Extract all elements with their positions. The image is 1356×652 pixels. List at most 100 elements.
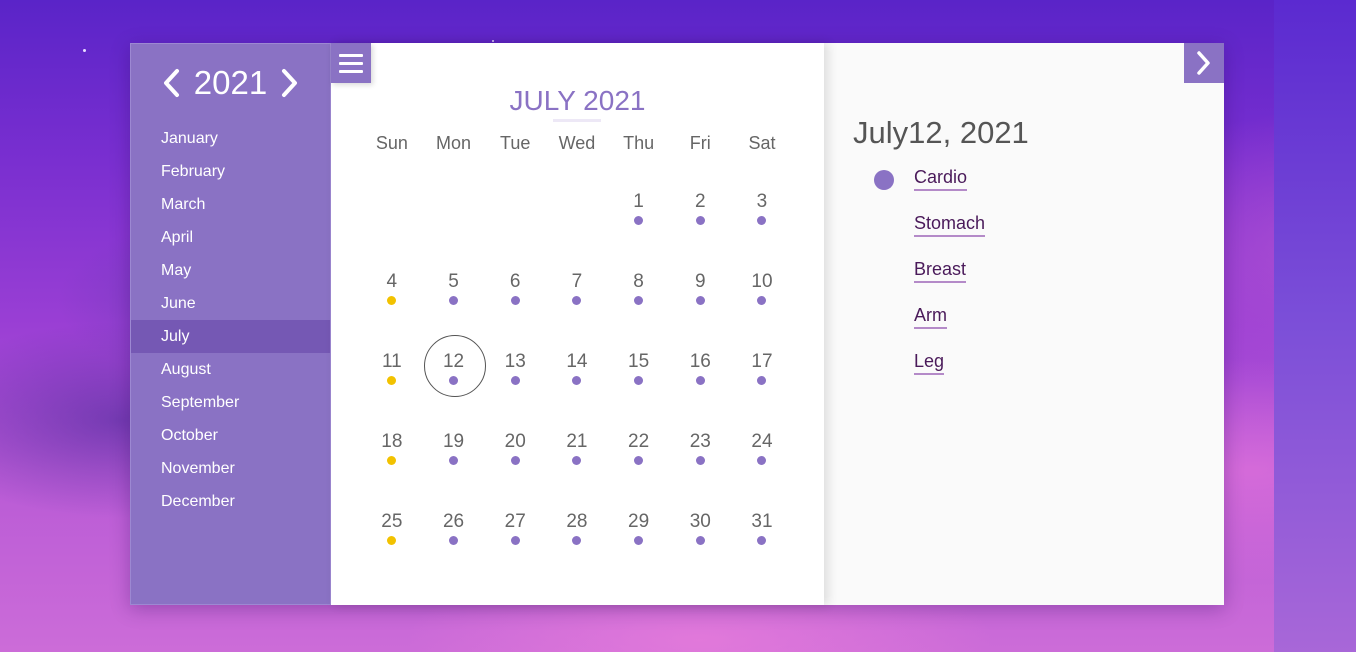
day-number: 23 [689,431,711,452]
day-cell[interactable]: 14 [546,343,608,423]
event-dot [572,296,582,305]
day-cell[interactable]: 3 [731,183,793,263]
day-cell[interactable]: 11 [361,343,423,423]
day-number: 11 [381,351,402,372]
month-item-august[interactable]: August [131,353,330,386]
day-cell[interactable]: 2 [669,183,731,263]
month-item-july[interactable]: July [131,320,330,353]
month-item-february[interactable]: February [131,155,330,188]
day-cell[interactable]: 28 [546,503,608,583]
day-cell[interactable]: 26 [423,503,485,583]
background-strip [1274,0,1356,652]
day-cell[interactable]: 27 [484,503,546,583]
workout-link-leg[interactable]: Leg [914,351,945,375]
workout-marker [874,308,894,328]
day-cell[interactable]: 7 [546,263,608,343]
next-year-button[interactable] [277,66,303,100]
weekday-label: Thu [623,133,655,153]
event-dot [695,376,705,385]
day-cell[interactable]: 13 [484,343,546,423]
workout-link-stomach[interactable]: Stomach [914,213,986,237]
month-item-april[interactable]: April [131,221,330,254]
workout-marker [874,262,894,282]
day-number: 4 [386,271,398,292]
day-cell[interactable]: 17 [731,343,793,423]
workout-marker [874,170,894,190]
month-item-november[interactable]: November [131,452,330,485]
weekday-label: Mon [436,133,472,153]
event-dot [634,376,644,385]
month-item-may[interactable]: May [131,254,330,287]
menu-button[interactable] [331,43,371,83]
day-cell[interactable]: 19 [423,423,485,503]
workout-link-breast[interactable]: Breast [914,259,967,283]
event-dot [572,456,582,465]
event-dot [757,376,767,385]
month-item-march[interactable]: March [131,188,330,221]
month-sidebar: 2021 January February March April May June Jul… [130,43,331,605]
day-number: 21 [566,431,588,452]
calendar-week-row: 18 19 20 21 22 23 24 [361,423,793,503]
event-dot [757,456,767,465]
chevron-left-icon [163,69,179,97]
day-number: 12 [442,351,465,372]
day-cell[interactable]: 31 [731,503,793,583]
title-underline [553,119,601,122]
month-item-june[interactable]: June [131,287,330,320]
event-dot [695,296,705,305]
day-cell[interactable]: 29 [608,503,670,583]
workout-item: Arm [874,305,985,351]
day-number: 9 [694,271,706,292]
day-cell[interactable]: 18 [361,423,423,503]
day-number: 24 [751,431,773,452]
day-cell[interactable]: 24 [731,423,793,503]
month-item-september[interactable]: September [131,386,330,419]
day-cell[interactable]: 10 [731,263,793,343]
day-cell[interactable]: 30 [669,503,731,583]
day-cell[interactable]: 1 [608,183,670,263]
day-number: 17 [751,351,773,372]
day-cell[interactable]: 23 [669,423,731,503]
next-panel-button[interactable] [1184,43,1224,83]
workout-item: Stomach [874,213,986,259]
day-cell[interactable]: 6 [484,263,546,343]
day-cell[interactable]: 4 [361,263,423,343]
day-cell[interactable]: 21 [546,423,608,503]
month-calendar: JULY 2021 Sun Mon Tue Wed Thu Fri Sat 12345678… [331,43,824,605]
day-cell[interactable]: 8 [608,263,670,343]
day-cell[interactable]: 15 [608,343,670,423]
event-dot [387,536,397,545]
workout-link-arm[interactable]: Arm [914,305,947,329]
event-dot [634,216,644,225]
day-cell[interactable]: 20 [484,423,546,503]
day-number: 7 [571,271,583,292]
day-cell[interactable]: 25 [361,503,423,583]
workout-link-cardio[interactable]: Cardio [914,167,968,191]
event-dot [510,536,520,545]
hamburger-menu-icon [339,69,363,73]
event-dot [634,296,644,305]
month-item-january[interactable]: January [131,122,330,155]
calendar-week-row: 11 12 13 14 15 16 17 [361,335,793,423]
event-dot [510,376,520,385]
weekday-label: Sat [748,133,776,153]
month-item-december[interactable]: December [131,485,330,518]
calendar-app: 20 21 January February March April May June Jul… [130,43,1224,605]
workout-list: Cardio Stomach Breast Arm Leg [874,167,986,397]
event-dot [695,216,705,225]
day-cell[interactable]: 9 [669,263,731,343]
day-number: 29 [628,511,650,532]
day-number: 20 [504,431,526,452]
day-cell[interactable]: 22 [608,423,670,503]
event-dot [695,536,705,545]
day-cell[interactable]: 5 [423,263,485,343]
day-cell[interactable]: 12 [423,335,486,423]
workout-item: Breast [874,259,985,305]
prev-year-button[interactable] [158,66,184,100]
day-number: 5 [448,271,459,292]
event-dot [449,536,459,545]
day-cell[interactable]: 16 [669,343,731,423]
month-item-october[interactable]: October [131,419,330,452]
day-number: 3 [756,191,768,212]
day-number: 8 [633,271,644,292]
